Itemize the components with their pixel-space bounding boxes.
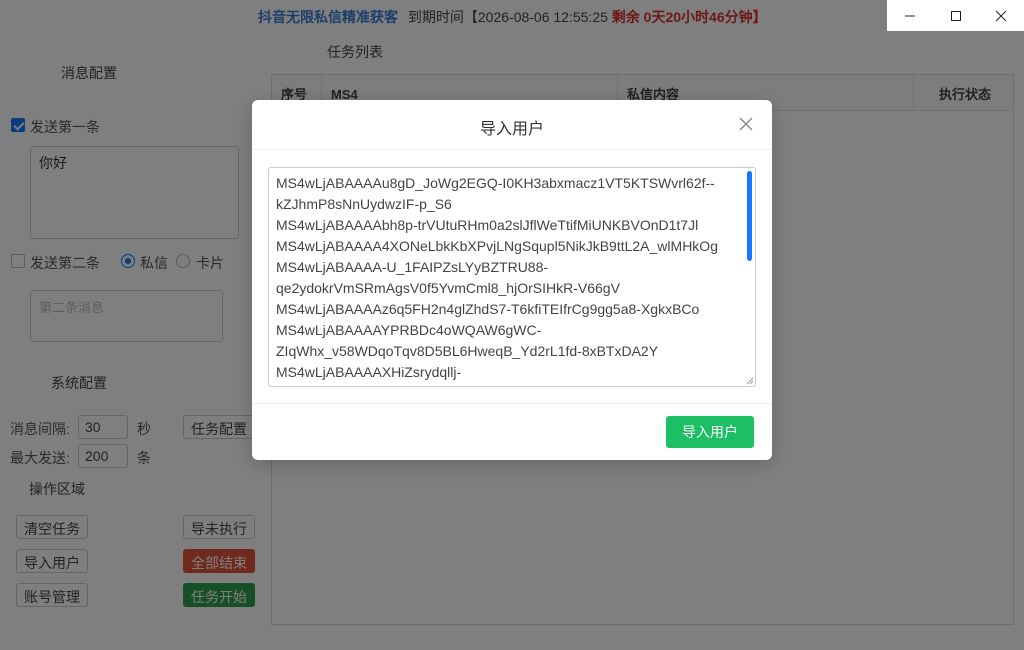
scrollbar-thumb[interactable] [747,171,752,261]
user-id-line: MS4wLjABAAAAz6q5FH2n4glZhdS7-T6kfiTEIfrC… [276,301,700,317]
user-ids-content: MS4wLjABAAAAu8gD_JoWg2EGQ-I0KH3abxmacz1V… [276,173,746,383]
close-icon [739,117,753,131]
user-id-line: MS4wLjABAAAAbh8p-trVUtuRHm0a2slJflWeTtif… [276,217,699,233]
user-id-line: MS4wLjABAAAAu8gD_JoWg2EGQ-I0KH3abxmacz1V… [276,175,715,191]
dialog-title: 导入用户 [479,121,544,138]
dialog-footer: 导入用户 [252,403,772,460]
minimize-icon [904,15,915,16]
dialog-close-button[interactable] [736,114,756,134]
user-id-line: MS4wLjABAAAAXHiZsrydqllj- [276,364,462,380]
maximize-button[interactable] [933,0,979,31]
user-ids-textarea[interactable]: MS4wLjABAAAAu8gD_JoWg2EGQ-I0KH3abxmacz1V… [268,167,756,387]
user-id-line: ZIqWhx_v58WDqoTqv8D5BL6HweqB_Yd2rL1fd-8x… [276,343,659,359]
dialog-header: 导入用户 [252,100,772,150]
window-controls [887,0,1024,31]
close-button[interactable] [978,0,1024,31]
user-id-line: qe2ydokrVmSRmAgsV0f5YvmCml8_hjOrSIHkR-V6… [276,280,620,296]
user-id-line: MS4wLjABAAAA-U_1FAIPZsLYyBZTRU88- [276,259,549,275]
confirm-import-button[interactable]: 导入用户 [666,416,754,448]
user-id-line: MS4wLjABAAAAYPRBDc4oWQAW6gWC- [276,322,542,338]
resize-grip-icon[interactable] [745,376,754,385]
import-users-dialog: 导入用户 MS4wLjABAAAAu8gD_JoWg2EGQ-I0KH3abxm… [252,100,772,460]
user-id-line: MS4wLjABAAAA4XONeLbkKbXPvjLNgSqupl5NikJk… [276,238,718,254]
user-id-line: kZJhmP8sNnUydwzIF-p_S6 [276,196,452,212]
close-icon [995,10,1007,21]
maximize-icon [950,10,961,21]
minimize-button[interactable] [887,0,933,31]
